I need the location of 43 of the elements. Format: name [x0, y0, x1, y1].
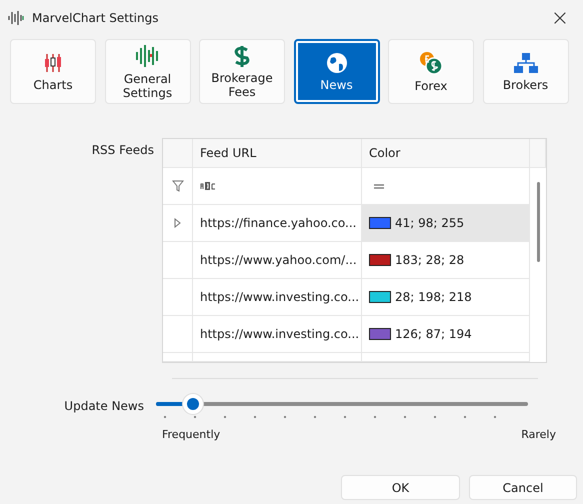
column-header[interactable]: Feed URL: [193, 139, 362, 168]
settings-tab[interactable]: News: [294, 39, 380, 104]
column-header[interactable]: Color: [362, 139, 530, 168]
color-cell[interactable]: 28; 198; 218: [362, 279, 530, 316]
row-header-cell: [163, 279, 193, 316]
max-label: Rarely: [521, 428, 556, 441]
row-header-cell: [163, 316, 193, 353]
settings-tab[interactable]: Charts: [10, 39, 96, 104]
bar-wave-icon: [134, 44, 160, 68]
color-value: 183; 28; 28: [395, 253, 464, 267]
settings-tab[interactable]: General Settings: [104, 39, 190, 104]
window-title: MarvelChart Settings: [32, 11, 160, 25]
color-cell[interactable]: 183; 28; 28: [362, 242, 530, 279]
equals-filter-icon[interactable]: [374, 184, 384, 188]
url-cell[interactable]: https://www.investing.co...: [193, 279, 362, 316]
url-cell[interactable]: https://www.yahoo.com/...: [193, 242, 362, 279]
slider-thumb[interactable]: [183, 394, 204, 414]
text-filter-icon[interactable]: [200, 182, 216, 190]
candlestick-icon: [42, 52, 64, 74]
url-cell[interactable]: https://www.investing.co...: [193, 316, 362, 353]
globe-icon: [326, 52, 348, 74]
dollar-icon: [234, 44, 250, 66]
color-value: 126; 87; 194: [395, 327, 472, 341]
color-cell[interactable]: 41; 98; 255: [362, 205, 530, 242]
currency-coins-icon: [419, 50, 443, 74]
hierarchy-icon: [512, 52, 538, 74]
update-slider[interactable]: [156, 392, 528, 416]
settings-tab[interactable]: Forex: [388, 39, 474, 104]
rss-feeds-label: RSS Feeds: [90, 142, 155, 159]
dialog-button[interactable]: Cancel: [469, 475, 577, 500]
settings-tab[interactable]: Brokers: [482, 39, 568, 104]
min-label: Frequently: [162, 428, 220, 441]
filter-icon[interactable]: [172, 180, 184, 192]
color-value: 28; 198; 218: [395, 290, 472, 304]
scrollbar-thumb[interactable]: [536, 182, 540, 262]
update-news-label: Update News: [63, 398, 145, 413]
dialog-button[interactable]: OK: [341, 475, 460, 500]
color-value: 41; 98; 255: [395, 216, 464, 230]
close-button[interactable]: ×: [537, 0, 583, 36]
app-logo-icon: [8, 10, 24, 26]
row-header-cell: [163, 353, 193, 362]
settings-tab[interactable]: Brokerage Fees: [199, 39, 285, 104]
color-cell[interactable]: 126; 87; 194: [362, 316, 530, 353]
